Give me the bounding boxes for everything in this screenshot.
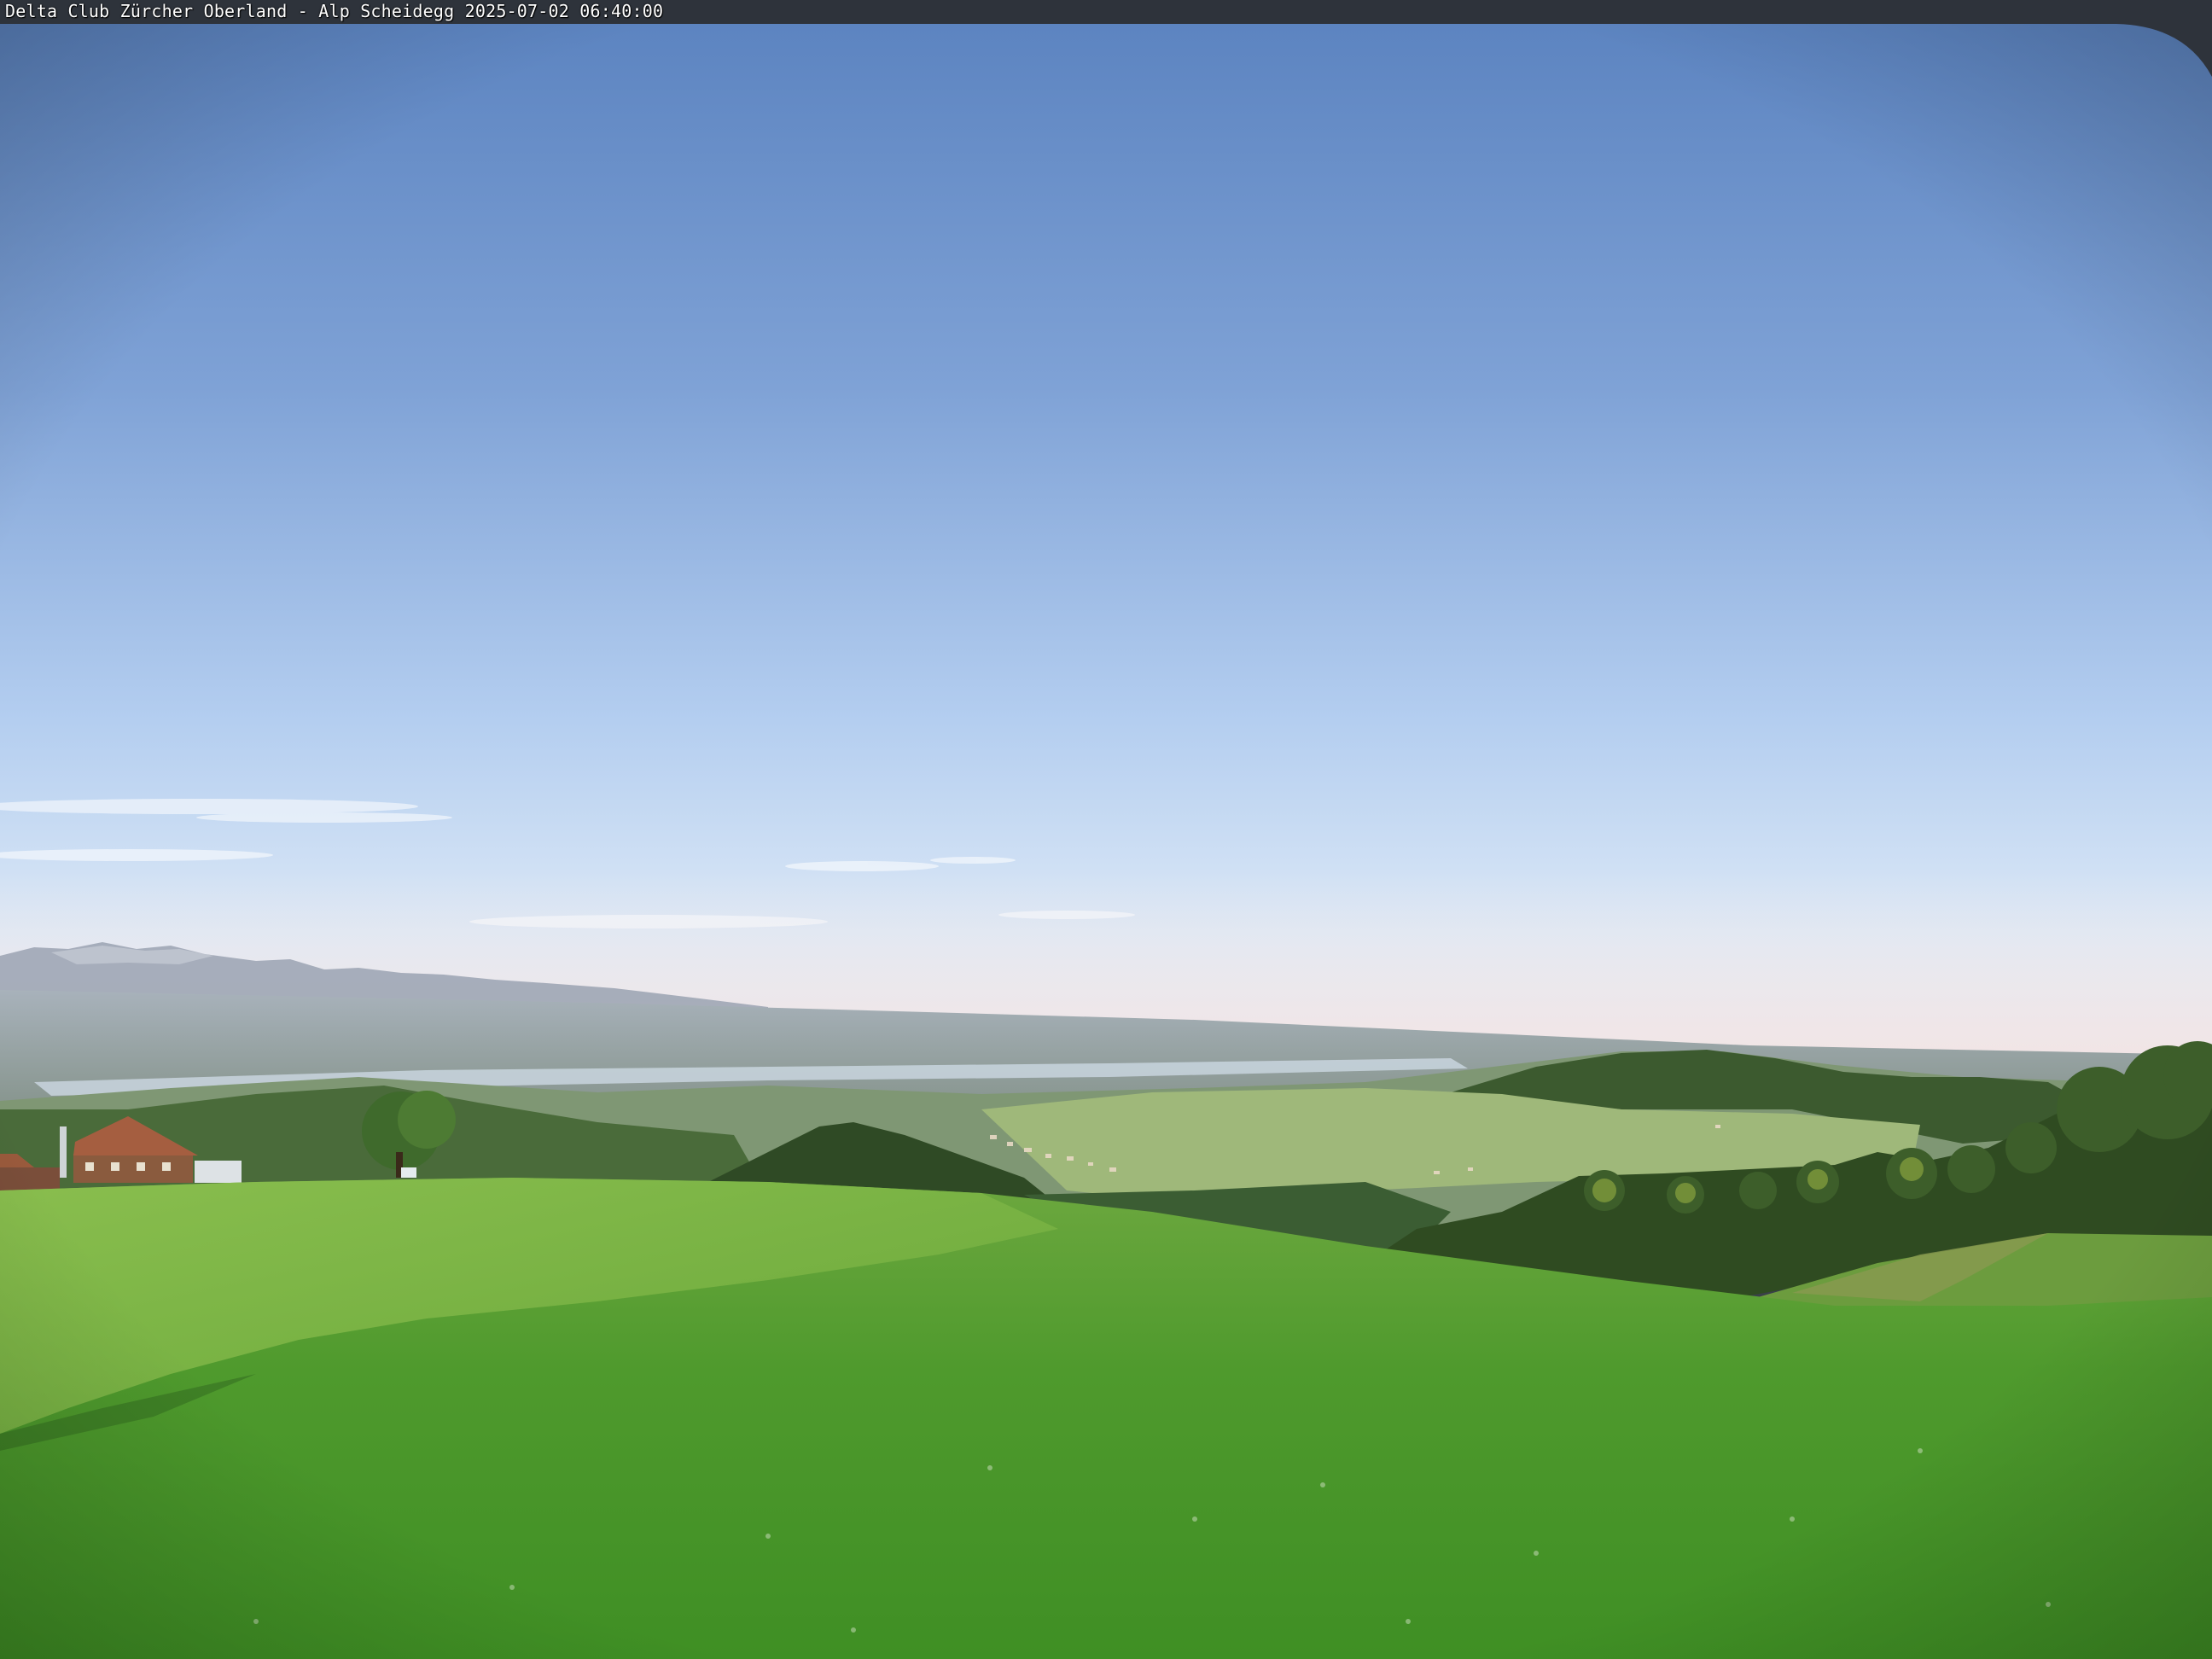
webcam-caption: Delta Club Zürcher Oberland - Alp Scheid… [5,1,664,21]
webcam-frame: Delta Club Zürcher Oberland - Alp Scheid… [0,0,2212,1659]
webcam-landscape-image [0,0,2212,1659]
